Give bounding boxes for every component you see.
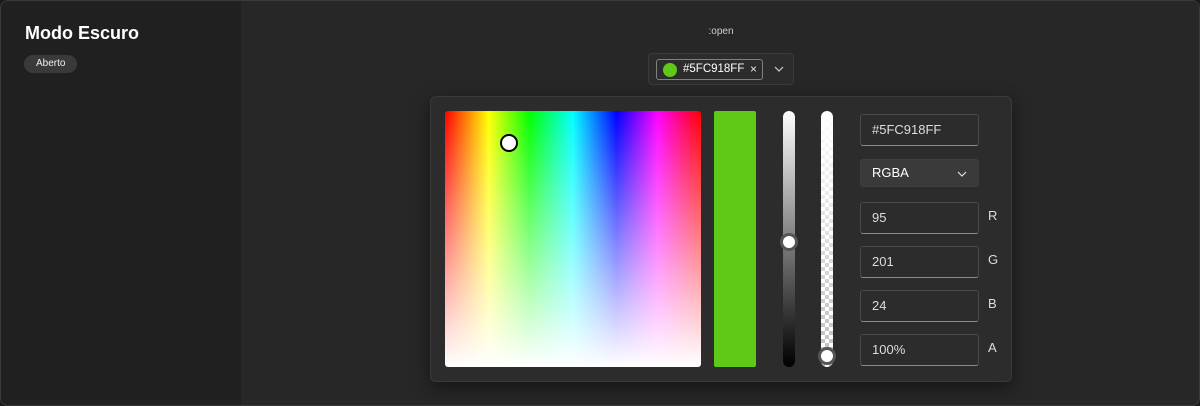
alpha-channel-input[interactable]: 100% xyxy=(860,334,979,366)
sidebar-title: Modo Escuro xyxy=(25,23,140,43)
lightness-slider-handle[interactable] xyxy=(780,233,798,251)
color-picker-popover: #5FC918FF RGBA 95 R 201 G 24 B 100% A xyxy=(430,96,1012,382)
alpha-slider-handle[interactable] xyxy=(818,347,836,365)
green-channel-label: G xyxy=(988,252,999,267)
alpha-slider[interactable] xyxy=(821,111,833,367)
chevron-down-icon xyxy=(957,171,967,177)
red-channel-input[interactable]: 95 xyxy=(860,202,979,234)
color-area-handle[interactable] xyxy=(500,134,518,152)
saturation-value-area[interactable] xyxy=(445,111,701,367)
blue-channel-input[interactable]: 24 xyxy=(860,290,979,322)
close-icon[interactable]: × xyxy=(750,62,757,76)
color-swatch xyxy=(663,63,677,77)
hex-input[interactable]: #5FC918FF xyxy=(860,114,979,146)
green-channel-input[interactable]: 201 xyxy=(860,246,979,278)
blue-channel-label: B xyxy=(988,296,997,311)
color-picker-field[interactable]: #5FC918FF × xyxy=(648,53,794,85)
color-mode-select[interactable]: RGBA xyxy=(860,159,979,187)
color-preview xyxy=(714,111,756,367)
chevron-down-icon[interactable] xyxy=(773,63,785,75)
color-tag-label: #5FC918FF xyxy=(683,63,745,75)
red-channel-label: R xyxy=(988,208,998,223)
app-frame: Modo Escuro Aberto :open #5FC918FF × #5F… xyxy=(0,0,1200,406)
status-badge: Aberto xyxy=(24,55,78,73)
sidebar: Modo Escuro Aberto xyxy=(1,1,241,405)
state-label: :open xyxy=(708,26,734,37)
color-tag[interactable]: #5FC918FF × xyxy=(656,59,763,80)
alpha-channel-label: A xyxy=(988,340,997,355)
color-mode-value: RGBA xyxy=(872,165,909,180)
